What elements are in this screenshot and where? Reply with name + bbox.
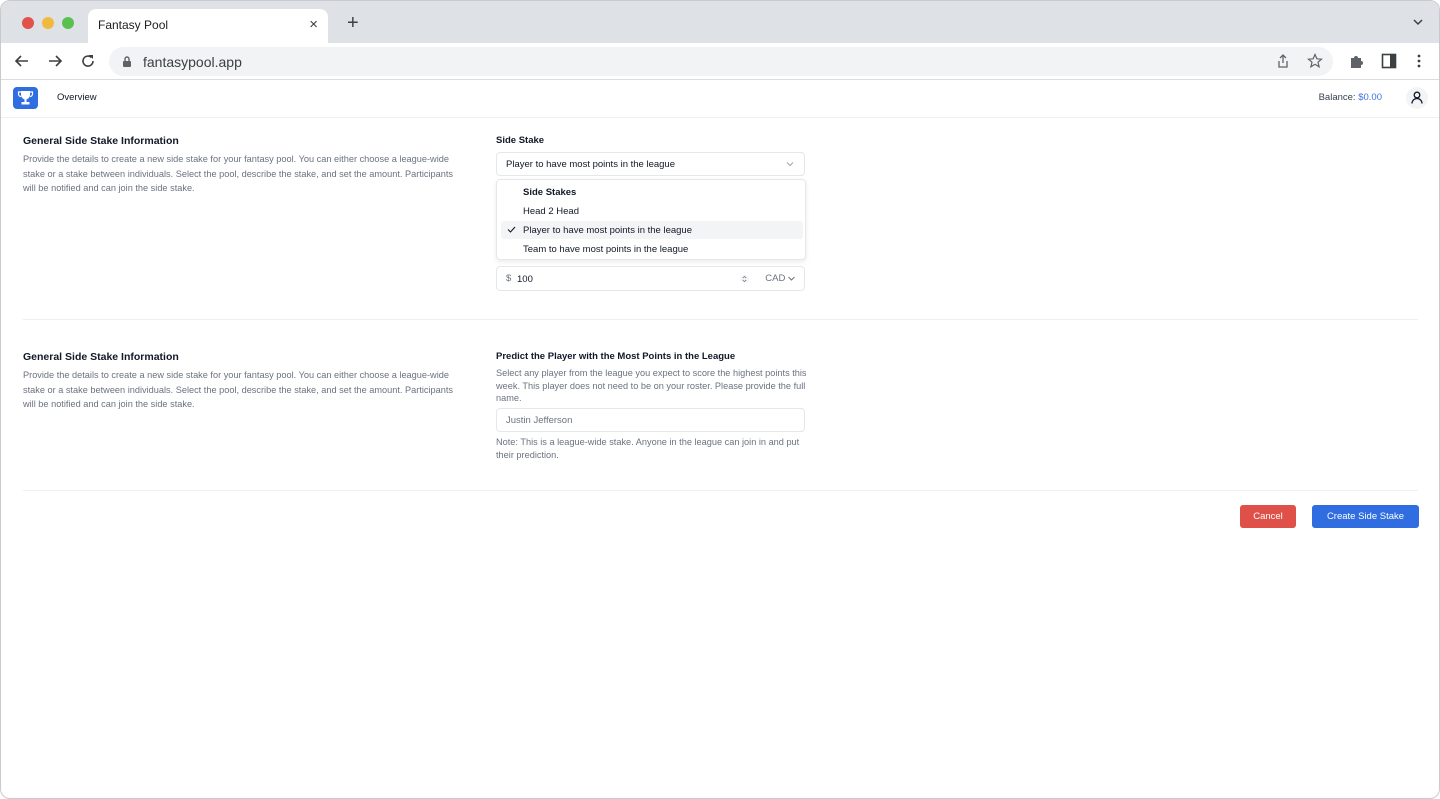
create-side-stake-button[interactable]: Create Side Stake [1312, 505, 1419, 528]
amount-field: $ CAD [496, 266, 805, 291]
section1-title: General Side Stake Information [23, 135, 179, 147]
bookmark-star-icon[interactable] [1307, 53, 1323, 69]
browser-tab[interactable]: Fantasy Pool × [88, 9, 328, 43]
currency-select[interactable]: CAD [765, 273, 795, 284]
section2-description: Provide the details to create a new side… [23, 370, 454, 409]
user-icon [1411, 91, 1423, 104]
dropdown-option-team-most-points[interactable]: Team to have most points in the league [501, 240, 803, 258]
dropdown-option-label: Team to have most points in the league [523, 244, 689, 255]
extensions-puzzle-icon[interactable] [1349, 53, 1365, 69]
tab-strip: Fantasy Pool × + [1, 1, 1439, 43]
currency-symbol: $ [506, 273, 512, 284]
side-stake-dropdown: Side Stakes Head 2 Head Player to have m… [496, 179, 806, 260]
tab-title: Fantasy Pool [98, 18, 169, 32]
section-divider [23, 319, 1418, 320]
cancel-button[interactable]: Cancel [1240, 505, 1296, 528]
number-stepper-icon[interactable] [740, 274, 749, 284]
close-window-button[interactable] [22, 17, 34, 29]
player-prediction-description: Select any player from the league you ex… [496, 368, 807, 403]
forward-arrow-icon[interactable] [46, 52, 64, 70]
chevron-down-icon [788, 276, 795, 281]
close-tab-icon[interactable]: × [309, 16, 318, 33]
browser-window: Fantasy Pool × + fantasypool.app Overvie… [0, 0, 1440, 799]
balance-amount: $0.00 [1358, 92, 1382, 103]
league-wide-note: Note: This is a league-wide stake. Anyon… [496, 437, 800, 460]
tab-search-chevron-icon[interactable] [1411, 15, 1425, 29]
dropdown-option-label: Head 2 Head [523, 206, 579, 217]
minimize-window-button[interactable] [42, 17, 54, 29]
maximize-window-button[interactable] [62, 17, 74, 29]
dropdown-option-player-most-points[interactable]: Player to have most points in the league [501, 221, 803, 239]
user-menu-button[interactable] [1406, 87, 1428, 109]
balance-display: Balance: $0.00 [1319, 92, 1382, 103]
new-tab-icon[interactable]: + [347, 13, 359, 33]
browser-toolbar: fantasypool.app [1, 43, 1439, 80]
dropdown-heading-label: Side Stakes [523, 187, 577, 198]
side-stake-label: Side Stake [496, 135, 545, 146]
currency-value: CAD [765, 273, 786, 284]
reload-icon[interactable] [79, 52, 97, 70]
more-menu-icon[interactable] [1411, 53, 1427, 69]
nav-overview[interactable]: Overview [57, 92, 97, 103]
section-divider [23, 490, 1418, 491]
address-bar[interactable]: fantasypool.app [109, 47, 1333, 76]
player-prediction-label: Predict the Player with the Most Points … [496, 351, 736, 362]
url-text: fantasypool.app [143, 54, 242, 70]
trophy-icon [17, 91, 34, 105]
dropdown-option-head-2-head[interactable]: Head 2 Head [501, 202, 803, 220]
side-stake-select[interactable]: Player to have most points in the league [496, 152, 805, 176]
chevron-down-icon [786, 162, 794, 167]
balance-label: Balance: [1318, 92, 1356, 103]
section2-title: General Side Stake Information [23, 351, 179, 363]
lock-icon [123, 56, 131, 67]
dropdown-group-heading: Side Stakes [501, 183, 803, 201]
back-arrow-icon[interactable] [13, 52, 31, 70]
player-name-input[interactable] [496, 408, 805, 432]
amount-input[interactable] [517, 271, 717, 287]
side-panel-icon[interactable] [1381, 53, 1397, 69]
dropdown-option-label: Player to have most points in the league [523, 225, 692, 236]
app-logo[interactable] [13, 87, 38, 109]
checkmark-icon [507, 226, 516, 233]
section1-description: Provide the details to create a new side… [23, 154, 454, 193]
app-header: Overview Balance: $0.00 [1, 81, 1439, 118]
side-stake-selected-value: Player to have most points in the league [506, 159, 675, 170]
share-icon[interactable] [1275, 53, 1291, 69]
